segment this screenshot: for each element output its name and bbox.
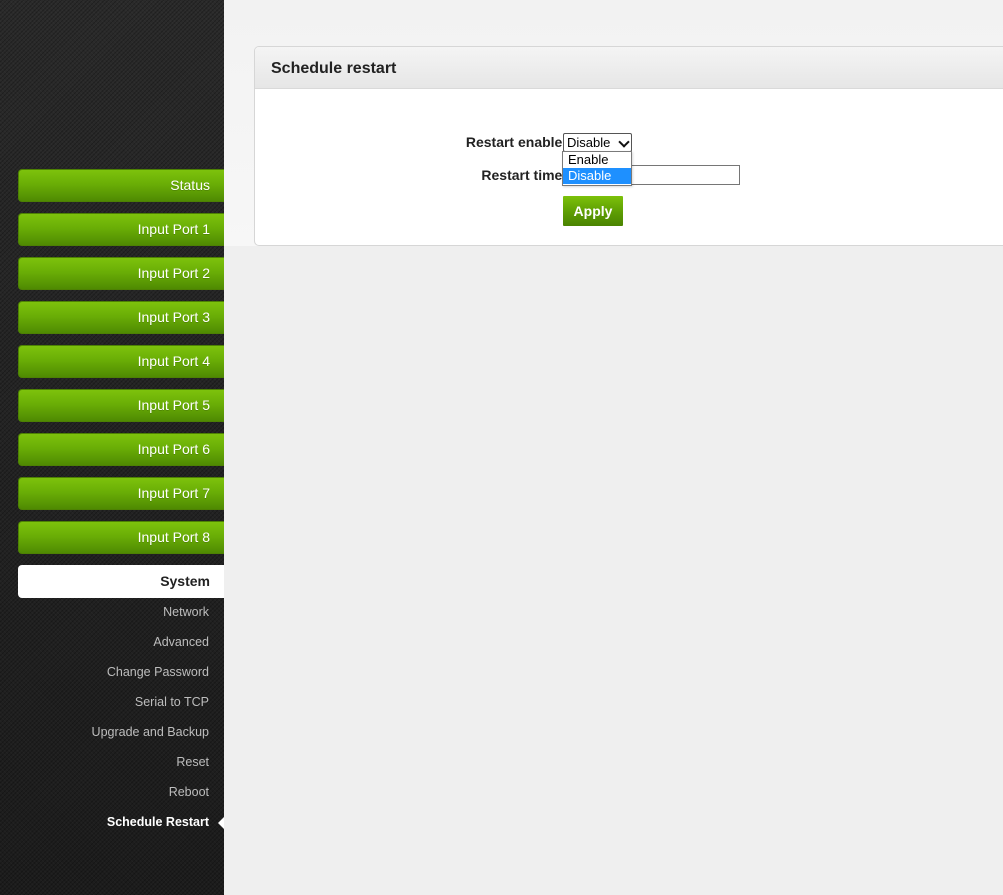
restart-enable-dropdown-list: Enable Disable <box>562 151 632 186</box>
chevron-down-icon <box>618 136 630 148</box>
dropdown-option-disable[interactable]: Disable <box>563 168 631 184</box>
sidebar-item-reboot[interactable]: Reboot <box>169 785 209 799</box>
apply-button[interactable]: Apply <box>563 196 623 226</box>
restart-time-label: Restart time: <box>481 167 567 183</box>
sidebar-item-advanced[interactable]: Advanced <box>153 635 209 649</box>
sidebar: Status Input Port 1 Input Port 2 Input P… <box>0 0 224 895</box>
main-content: Schedule restart Restart enable: Disable… <box>224 0 1003 895</box>
nav-status-button[interactable]: Status <box>18 169 224 202</box>
sidebar-item-upgrade-and-backup[interactable]: Upgrade and Backup <box>92 725 209 739</box>
nav-input-port-6-button[interactable]: Input Port 6 <box>18 433 224 466</box>
nav-input-port-5-button[interactable]: Input Port 5 <box>18 389 224 422</box>
nav-input-port-4-button[interactable]: Input Port 4 <box>18 345 224 378</box>
restart-enable-select-value: Disable <box>567 135 611 150</box>
sidebar-item-reset[interactable]: Reset <box>176 755 209 769</box>
sidebar-item-change-password[interactable]: Change Password <box>107 665 209 679</box>
nav-input-port-2-button[interactable]: Input Port 2 <box>18 257 224 290</box>
restart-enable-select[interactable]: Disable <box>563 133 632 152</box>
sidebar-item-serial-to-tcp[interactable]: Serial to TCP <box>135 695 209 709</box>
nav-input-port-8-button[interactable]: Input Port 8 <box>18 521 224 554</box>
dropdown-option-enable[interactable]: Enable <box>563 152 631 168</box>
sidebar-item-schedule-restart[interactable]: Schedule Restart <box>107 815 209 829</box>
nav-input-port-1-button[interactable]: Input Port 1 <box>18 213 224 246</box>
schedule-restart-panel: Schedule restart Restart enable: Disable… <box>254 46 1003 246</box>
nav-input-port-7-button[interactable]: Input Port 7 <box>18 477 224 510</box>
restart-enable-label: Restart enable: <box>465 134 567 150</box>
nav-input-port-3-button[interactable]: Input Port 3 <box>18 301 224 334</box>
sidebar-item-network[interactable]: Network <box>163 605 209 619</box>
nav-system-section[interactable]: System <box>18 565 224 598</box>
panel-title: Schedule restart <box>271 60 397 77</box>
